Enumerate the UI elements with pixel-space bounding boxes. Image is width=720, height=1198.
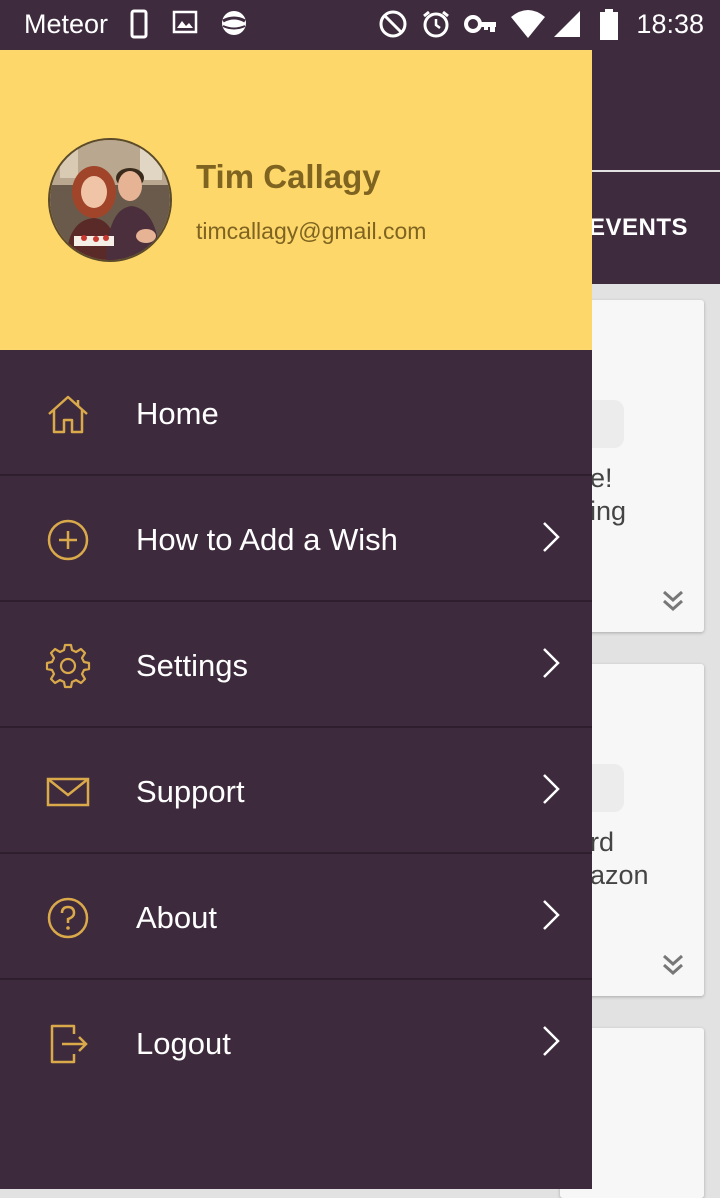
alarm-icon [423,10,449,38]
phone-icon [130,9,148,39]
drawer-header: Tim Callagy timcallagy@gmail.com [0,50,592,350]
menu-item-home[interactable]: Home [0,350,592,476]
user-email: timcallagy@gmail.com [196,218,427,244]
battery-icon [600,9,618,40]
sync-icon [222,11,246,35]
status-bar: Meteor 18:38 [0,0,720,50]
chevron-right-icon [543,522,560,552]
image-icon [172,10,198,34]
drawer-menu: Home How to Add a Wish Settings Support … [0,350,592,1106]
signal-icon [554,11,580,37]
avatar-photo [50,140,170,260]
card-text: rd azon [590,827,649,890]
menu-item-logout[interactable]: Logout [0,980,592,1106]
home-icon [48,395,88,434]
expand-chevron-icon[interactable] [660,588,686,614]
navigation-drawer: Tim Callagy timcallagy@gmail.com Home Ho… [0,50,592,1189]
logout-icon [50,1024,88,1064]
chevron-right-icon [543,648,560,678]
tab-events[interactable]: EVENTS [589,214,688,242]
card-text: e! ing [590,463,627,526]
chevron-right-icon [543,900,560,930]
user-name: Tim Callagy [196,158,381,195]
menu-label: Home [136,396,219,431]
menu-label: How to Add a Wish [136,522,398,557]
wifi-icon [511,10,545,38]
menu-label: About [136,900,218,935]
menu-item-settings[interactable]: Settings [0,602,592,728]
menu-label: Logout [136,1026,231,1061]
vpn-key-icon [464,15,496,33]
carrier-name: Meteor [24,9,109,39]
menu-item-about[interactable]: About [0,854,592,980]
menu-label: Support [136,774,245,809]
mail-icon [46,777,90,807]
avatar[interactable] [48,138,172,262]
menu-item-support[interactable]: Support [0,728,592,854]
clock-time: 18:38 [636,9,704,39]
gear-icon [45,643,91,689]
chevron-right-icon [543,1026,560,1056]
menu-item-how-to-add-wish[interactable]: How to Add a Wish [0,476,592,602]
menu-label: Settings [136,648,249,683]
expand-chevron-icon[interactable] [660,952,686,978]
help-circle-icon [47,897,89,939]
add-circle-icon [47,519,89,561]
do-not-disturb-icon [379,10,407,38]
chevron-right-icon [543,774,560,804]
